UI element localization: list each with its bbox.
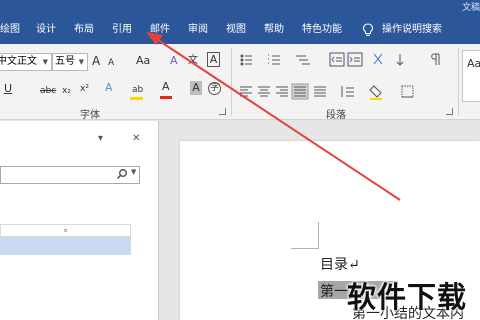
clear-format-button[interactable]: A	[170, 54, 178, 68]
group-separator	[458, 48, 459, 116]
font-group-label: 字体	[80, 110, 100, 121]
numbering-icon[interactable]	[268, 54, 280, 65]
multilevel-list-icon[interactable]	[296, 55, 310, 65]
selected-heading-row[interactable]	[0, 237, 131, 255]
font-dialog-launcher[interactable]	[219, 108, 226, 115]
line-spacing-icon[interactable]	[341, 86, 354, 97]
grow-font-button[interactable]: A	[92, 54, 100, 68]
tab-view[interactable]: 视图	[226, 24, 246, 36]
enclose-char-button[interactable]: 字	[208, 82, 221, 95]
heading-row[interactable]: ⌅	[0, 224, 131, 237]
strikethrough-button[interactable]: abc	[40, 84, 56, 98]
font-name-combo[interactable]: 中文正文 ▼	[0, 53, 52, 71]
lightbulb-icon	[362, 23, 374, 36]
char-shading-button[interactable]: A	[190, 81, 202, 95]
tab-layout[interactable]: 布局	[74, 24, 94, 36]
asian-layout-icon[interactable]	[373, 53, 383, 65]
tab-draw[interactable]: 绘图	[0, 24, 20, 36]
align-right-icon[interactable]	[276, 86, 288, 97]
chevron-down-icon: ▼	[42, 58, 48, 66]
phonetic-guide-button[interactable]: 文	[188, 54, 198, 68]
toc-heading[interactable]: 目录↵	[320, 254, 360, 274]
underline-button[interactable]: U	[4, 82, 12, 96]
font-size-value: 五号	[55, 56, 75, 67]
sort-icon[interactable]	[396, 54, 404, 66]
style-preview: Aa	[467, 57, 480, 70]
ribbon-home: 中文正文 ▼ 五号 ▼ A A Aa A 文 A U abc x₂ x² A a…	[0, 44, 480, 121]
font-color-button[interactable]: A	[162, 80, 170, 94]
row-marker: ⌅	[62, 226, 69, 234]
tab-design[interactable]: 设计	[36, 24, 56, 36]
bullets-icon[interactable]	[240, 54, 252, 66]
decrease-indent-icon[interactable]	[329, 52, 345, 67]
align-center-icon[interactable]	[258, 86, 270, 97]
subscript-button[interactable]: x₂	[62, 84, 71, 98]
paragraph-dialog-launcher[interactable]	[446, 108, 453, 115]
increase-indent-icon[interactable]	[347, 52, 363, 67]
highlight-button[interactable]: ab	[132, 83, 143, 97]
watermark-overlay: 软件下载	[347, 280, 468, 314]
borders-icon[interactable]	[401, 85, 414, 98]
highlight-color-bar	[130, 97, 143, 100]
change-case-button[interactable]: Aa	[136, 54, 150, 68]
tell-me-search[interactable]: 操作说明搜索	[382, 24, 442, 36]
margin-corner-mark	[291, 222, 319, 249]
navigation-pane: ▾ ✕	[0, 121, 159, 320]
char-border-button[interactable]: A	[207, 52, 220, 67]
tab-help[interactable]: 帮助	[264, 24, 284, 36]
paragraph-mark-icon[interactable]	[431, 53, 440, 65]
styles-gallery[interactable]: Aa	[462, 50, 480, 102]
chevron-down-icon: ▼	[78, 58, 84, 66]
toc-item-1[interactable]: 第一	[320, 281, 348, 301]
tab-special-features[interactable]: 特色功能	[302, 24, 342, 36]
tab-mailings[interactable]: 邮件	[150, 24, 170, 36]
paragraph-controls	[240, 52, 440, 100]
shading-icon[interactable]	[369, 85, 382, 100]
shrink-font-button[interactable]: A	[108, 56, 114, 70]
group-separator	[231, 48, 232, 116]
tab-review[interactable]: 审阅	[188, 24, 208, 36]
font-size-combo[interactable]: 五号 ▼	[52, 53, 88, 71]
word-window: 文稿 绘图 设计 布局 引用 邮件 审阅 视图 帮助 特色功能 操作说明搜索 中…	[0, 0, 480, 320]
pane-close-button[interactable]: ✕	[132, 133, 140, 144]
window-title: 文稿	[461, 3, 480, 13]
font-name-value: 中文正文	[0, 56, 37, 67]
chevron-down-icon[interactable]: ▼	[131, 168, 136, 176]
search-icon[interactable]	[116, 168, 128, 180]
justify-icon[interactable]	[291, 83, 309, 100]
distribute-icon[interactable]	[314, 86, 326, 97]
pane-options-dropdown[interactable]: ▾	[98, 133, 103, 144]
tab-references[interactable]: 引用	[112, 24, 132, 36]
paragraph-group-label: 段落	[326, 110, 346, 121]
align-left-icon[interactable]	[240, 86, 252, 97]
superscript-button[interactable]: x²	[80, 82, 89, 96]
ribbon-tab-bar: 文稿 绘图 设计 布局 引用 邮件 审阅 视图 帮助 特色功能 操作说明搜索	[0, 0, 480, 44]
font-color-bar	[160, 96, 172, 99]
text-effects-button[interactable]: A	[105, 81, 113, 95]
